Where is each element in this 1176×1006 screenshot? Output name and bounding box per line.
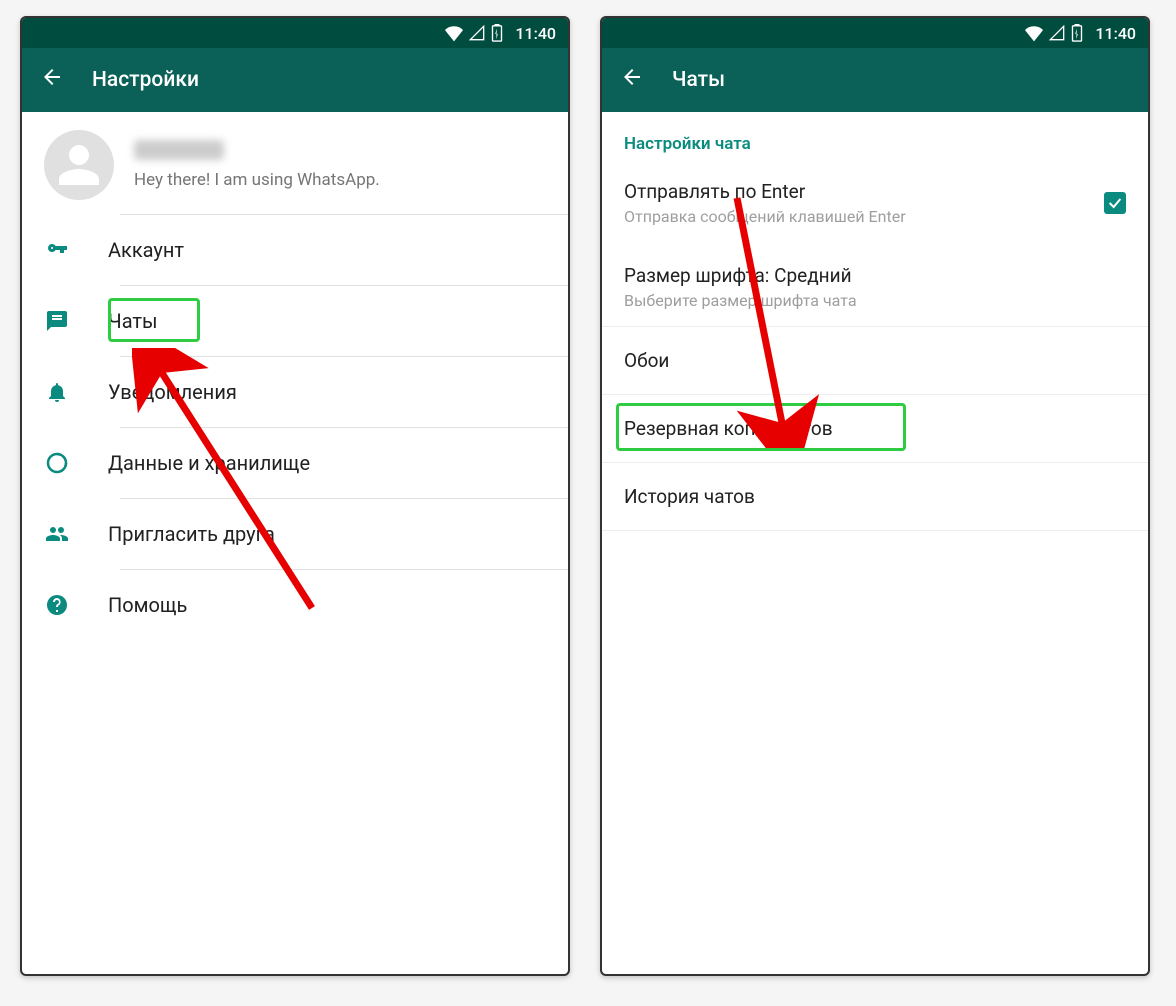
settings-item-label: Уведомления: [108, 380, 237, 404]
setting-label: Обои: [624, 349, 669, 372]
setting-history[interactable]: История чатов: [602, 463, 1148, 530]
settings-item-label: Помощь: [108, 593, 187, 617]
settings-item-label: Чаты: [108, 309, 158, 333]
setting-backup[interactable]: Резервная копия чатов: [602, 395, 1148, 462]
settings-item-help[interactable]: Помощь: [22, 570, 568, 640]
settings-item-label: Аккаунт: [108, 238, 184, 262]
back-button[interactable]: [40, 65, 64, 96]
setting-label: Размер шрифта: Средний: [624, 264, 857, 287]
status-time: 11:40: [515, 24, 556, 43]
section-header: Настройки чата: [602, 112, 1148, 164]
signal-icon: [469, 25, 485, 41]
back-button[interactable]: [620, 65, 644, 96]
setting-font-size[interactable]: Размер шрифта: Средний Выберите размер ш…: [602, 242, 1148, 326]
bell-icon: [44, 379, 70, 405]
setting-label: Резервная копия чатов: [624, 417, 833, 440]
chat-icon: [44, 308, 70, 334]
setting-wallpaper[interactable]: Обои: [602, 327, 1148, 394]
checkbox-checked-icon[interactable]: [1104, 192, 1126, 214]
profile-status: Hey there! I am using WhatsApp.: [134, 170, 380, 190]
settings-item-data[interactable]: Данные и хранилище: [22, 428, 568, 498]
people-icon: [44, 521, 70, 547]
profile-row[interactable]: Hey there! I am using WhatsApp.: [22, 112, 568, 214]
key-icon: [44, 237, 70, 263]
battery-icon: [1071, 24, 1083, 42]
app-bar: Чаты: [602, 48, 1148, 112]
app-bar: Настройки: [22, 48, 568, 112]
setting-label: История чатов: [624, 485, 755, 508]
settings-item-chats[interactable]: Чаты: [22, 286, 568, 356]
setting-enter-to-send[interactable]: Отправлять по Enter Отправка сообщений к…: [602, 164, 1148, 242]
setting-description: Выберите размер шрифта чата: [624, 291, 857, 310]
chats-settings-screen: 11:40 Чаты Настройки чата Отправлять по …: [600, 16, 1150, 976]
setting-description: Отправка сообщений клавишей Enter: [624, 207, 906, 226]
status-bar: 11:40: [22, 18, 568, 48]
settings-item-notifications[interactable]: Уведомления: [22, 357, 568, 427]
wifi-icon: [445, 24, 463, 42]
battery-icon: [491, 24, 503, 42]
signal-icon: [1049, 25, 1065, 41]
divider: [602, 530, 1148, 531]
wifi-icon: [1025, 24, 1043, 42]
status-bar: 11:40: [602, 18, 1148, 48]
status-time: 11:40: [1095, 24, 1136, 43]
settings-item-label: Пригласить друга: [108, 522, 275, 546]
setting-label: Отправлять по Enter: [624, 180, 906, 203]
settings-item-account[interactable]: Аккаунт: [22, 215, 568, 285]
data-icon: [44, 450, 70, 476]
help-icon: [44, 592, 70, 618]
settings-item-label: Данные и хранилище: [108, 451, 310, 475]
avatar: [44, 130, 114, 200]
settings-item-invite[interactable]: Пригласить друга: [22, 499, 568, 569]
settings-screen: 11:40 Настройки Hey there! I am using Wh…: [20, 16, 570, 976]
page-title: Чаты: [672, 68, 725, 92]
profile-name-blurred: [134, 140, 224, 160]
page-title: Настройки: [92, 68, 199, 92]
